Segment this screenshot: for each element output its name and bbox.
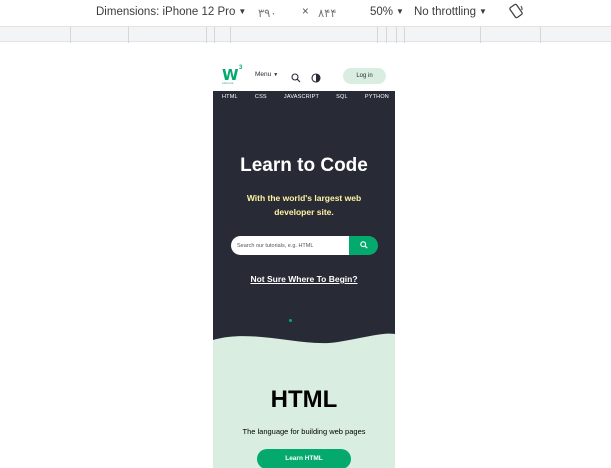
caret-down-icon: ▼ [479, 7, 487, 16]
hero-title: Learn to Code [240, 155, 368, 176]
times-icon: × [302, 6, 309, 18]
throttling-dropdown[interactable]: No throttling ▼ [414, 6, 487, 18]
subnav-item-html[interactable]: HTML [222, 94, 238, 100]
zoom-label: 50% [370, 6, 394, 18]
w3schools-logo[interactable]: W 3 schools [222, 65, 244, 85]
subnav-item-javascript[interactable]: JAVASCRIPT [284, 94, 319, 100]
search-icon [360, 241, 368, 249]
menu-button[interactable]: Menu ▼ [255, 71, 278, 78]
logo-superscript: 3 [239, 65, 243, 71]
dimensions-label: Dimensions: iPhone 12 Pro [96, 6, 236, 18]
not-sure-link[interactable]: Not Sure Where To Begin? [213, 274, 395, 284]
device-toolbar-row: Dimensions: iPhone 12 Pro ▼ ۳۹۰ × ۸۴۴ 50%… [0, 0, 611, 26]
html-section-subtitle: The language for building web pages [242, 427, 366, 436]
tutorial-search-input[interactable] [231, 236, 351, 255]
html-section-title: HTML [270, 386, 338, 413]
media-query-ruler [0, 26, 611, 43]
caret-down-icon: ▼ [273, 72, 279, 78]
logo-subtitle: schools [222, 81, 234, 85]
menu-label: Menu [255, 71, 272, 78]
zoom-dropdown[interactable]: 50% ▼ [370, 6, 404, 18]
subnav-item-sql[interactable]: SQL [336, 94, 348, 100]
height-field[interactable]: ۸۴۴ [318, 6, 337, 20]
search-icon[interactable] [291, 70, 301, 83]
width-field[interactable]: ۳۹۰ [258, 6, 277, 20]
login-button[interactable]: Log in [343, 68, 386, 84]
search-submit-button[interactable] [349, 236, 378, 255]
caret-down-icon: ▼ [238, 7, 247, 16]
devtools-device-toolbar: Dimensions: iPhone 12 Pro ▼ ۳۹۰ × ۸۴۴ 50%… [0, 0, 611, 44]
subject-nav: HTML CSS JAVASCRIPT SQL PYTHON [213, 91, 395, 103]
dark-mode-icon[interactable] [311, 70, 321, 83]
html-section: HTML The language for building web pages… [213, 366, 395, 468]
throttling-label: No throttling [414, 6, 477, 18]
decorative-dot [289, 319, 292, 322]
dimensions-dropdown[interactable]: Dimensions: iPhone 12 Pro ▼ [96, 6, 246, 18]
rotate-icon[interactable] [508, 3, 524, 22]
subnav-item-css[interactable]: CSS [255, 94, 267, 100]
w3-topnav: W 3 schools Menu ▼ Log in [213, 61, 395, 91]
tutorial-search [231, 236, 378, 255]
caret-down-icon: ▼ [396, 7, 404, 16]
hero-subtitle: With the world's largest web developer s… [246, 193, 362, 217]
device-viewport: W 3 schools Menu ▼ Log in HTML CSS JAVASC… [213, 61, 395, 468]
learn-html-button[interactable]: Learn HTML [257, 449, 351, 468]
subnav-item-python[interactable]: PYTHON [365, 94, 389, 100]
